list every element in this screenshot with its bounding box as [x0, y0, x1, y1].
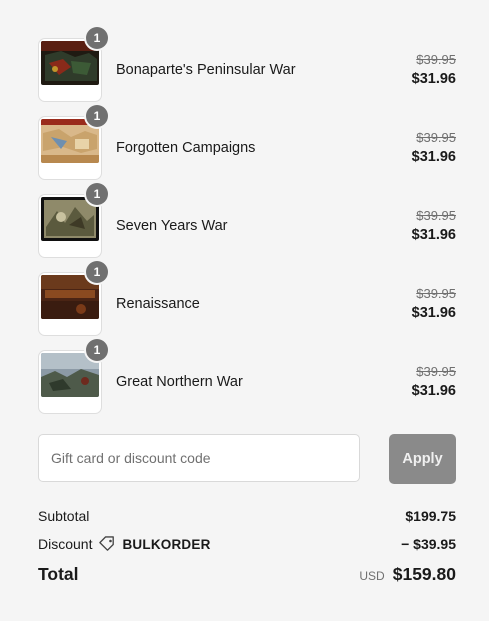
total-row: Total USD $159.80 — [38, 564, 456, 590]
product-thumbnail: 1 — [38, 27, 108, 102]
quantity-badge: 1 — [86, 105, 108, 127]
sale-price: $31.96 — [411, 383, 456, 399]
original-price: $39.95 — [416, 208, 456, 223]
product-thumbnail: 1 — [38, 261, 108, 336]
subtotal-value: $199.75 — [405, 508, 456, 524]
original-price: $39.95 — [416, 130, 456, 145]
subtotal-row: Subtotal $199.75 — [38, 508, 456, 528]
cover-peninsular — [41, 41, 99, 85]
total-value-group: USD $159.80 — [359, 564, 456, 585]
total-label: Total — [38, 564, 79, 584]
subtotal-label: Subtotal — [38, 508, 90, 524]
cover-forgotten — [41, 119, 99, 163]
original-price: $39.95 — [416, 364, 456, 379]
original-price: $39.95 — [416, 52, 456, 67]
quantity-badge: 1 — [86, 261, 108, 283]
product-thumbnail: 1 — [38, 105, 108, 180]
tag-icon — [98, 536, 116, 552]
discount-label-group: Discount BULKORDER — [38, 536, 211, 552]
product-thumbnail: 1 — [38, 339, 108, 414]
product-name: Bonaparte's Peninsular War — [116, 62, 296, 78]
product-name: Great Northern War — [116, 374, 243, 390]
product-name: Forgotten Campaigns — [116, 140, 256, 156]
line-item: 1 Forgotten Campaigns $39.95 $31.96 — [38, 105, 456, 180]
cover-renaissance — [41, 275, 99, 319]
cover-northern — [41, 353, 99, 397]
original-price: $39.95 — [416, 286, 456, 301]
discount-code: BULKORDER — [122, 536, 211, 552]
currency-code: USD — [359, 569, 385, 583]
line-item: 1 Great Northern War $39.95 $31.96 — [38, 339, 456, 414]
discount-form: Apply — [38, 434, 456, 484]
sale-price: $31.96 — [411, 305, 456, 321]
line-item: 1 Bonaparte's Peninsular War $39.95 $31.… — [38, 27, 456, 102]
order-summary: 1 Bonaparte's Peninsular War $39.95 $31.… — [0, 0, 489, 621]
quantity-badge: 1 — [86, 27, 108, 49]
discount-row: Discount BULKORDER − $39.95 — [38, 536, 456, 556]
discount-code-input[interactable] — [38, 434, 360, 482]
sale-price: $31.96 — [411, 149, 456, 165]
cover-seven-years — [41, 197, 99, 241]
sale-price: $31.96 — [411, 227, 456, 243]
product-name: Renaissance — [116, 296, 200, 312]
quantity-badge: 1 — [86, 339, 108, 361]
line-item: 1 Seven Years War $39.95 $31.96 — [38, 183, 456, 258]
quantity-badge: 1 — [86, 183, 108, 205]
product-name: Seven Years War — [116, 218, 228, 234]
sale-price: $31.96 — [411, 71, 456, 87]
total-value: $159.80 — [392, 564, 456, 584]
line-item: 1 Renaissance $39.95 $31.96 — [38, 261, 456, 336]
apply-button[interactable]: Apply — [389, 434, 456, 484]
discount-value: − $39.95 — [401, 536, 456, 552]
discount-label: Discount — [38, 536, 93, 552]
product-thumbnail: 1 — [38, 183, 108, 258]
